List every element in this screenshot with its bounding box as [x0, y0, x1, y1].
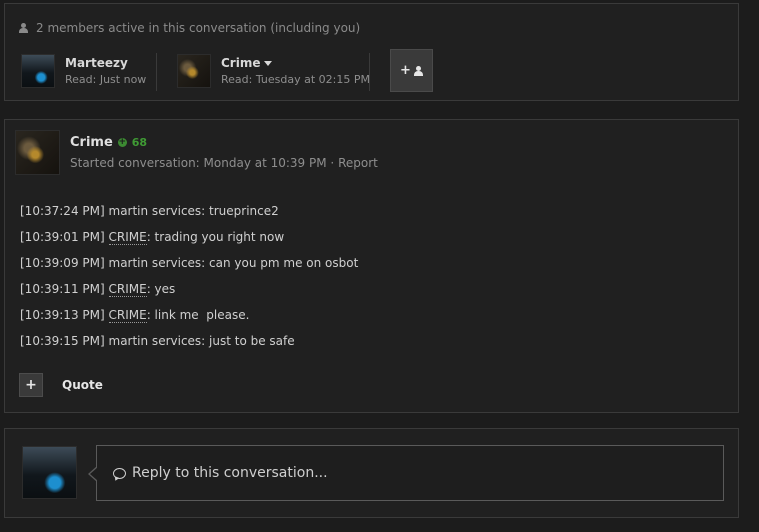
- message-text: : yes: [146, 282, 176, 296]
- report-link[interactable]: Report: [338, 156, 378, 170]
- member-name[interactable]: Marteezy: [65, 56, 146, 70]
- post-panel: Crime + 68 Started conversation: Monday …: [4, 119, 739, 413]
- add-member-button[interactable]: +: [390, 49, 433, 92]
- message-timestamp: [10:37:24 PM]: [20, 204, 105, 218]
- message-timestamp: [10:39:09 PM]: [20, 256, 105, 270]
- member-name[interactable]: Crime: [221, 56, 260, 70]
- post-started: Started conversation: Monday at 10:39 PM: [70, 156, 327, 170]
- meta-separator: ·: [330, 156, 335, 170]
- plus-icon: +: [400, 63, 411, 78]
- avatar[interactable]: [15, 130, 60, 175]
- avatar: [22, 446, 77, 499]
- message-text: can you pm me on osbot: [205, 256, 359, 270]
- message-line: [10:39:01 PM] CRIME: trading you right n…: [20, 230, 358, 256]
- reply-panel: Reply to this conversation...: [4, 428, 739, 518]
- divider: [369, 53, 370, 91]
- avatar[interactable]: [177, 54, 211, 88]
- member-crime[interactable]: Crime Read: Tuesday at 02:15 PM: [177, 54, 370, 88]
- multiquote-add-button[interactable]: +: [19, 373, 43, 397]
- member-name-dropdown[interactable]: Crime: [221, 56, 370, 70]
- message-line: [10:39:15 PM] martin services: just to b…: [20, 334, 358, 360]
- person-icon: [19, 23, 28, 33]
- member-read-status: Read: Just now: [65, 73, 147, 86]
- message-user: martin services:: [108, 334, 206, 348]
- caret-down-icon[interactable]: [264, 61, 273, 66]
- author-name[interactable]: Crime: [70, 135, 113, 150]
- member-marteezy[interactable]: Marteezy Read: Just now: [21, 54, 146, 88]
- members-header: 2 members active in this conversation (i…: [19, 21, 360, 35]
- message-timestamp: [10:39:13 PM]: [20, 308, 105, 322]
- members-panel: 2 members active in this conversation (i…: [4, 3, 739, 101]
- message-timestamp: [10:39:15 PM]: [20, 334, 105, 348]
- reply-placeholder: Reply to this conversation...: [132, 465, 328, 481]
- message-list: [10:37:24 PM] martin services: trueprinc…: [20, 204, 358, 360]
- reply-input[interactable]: Reply to this conversation...: [88, 445, 724, 501]
- post-meta: Started conversation: Monday at 10:39 PM…: [70, 156, 378, 170]
- message-timestamp: [10:39:01 PM]: [20, 230, 105, 244]
- avatar[interactable]: [21, 54, 55, 88]
- quote-button[interactable]: Quote: [62, 378, 103, 392]
- message-text: : trading you right now: [146, 230, 285, 244]
- divider: [156, 53, 157, 91]
- message-line: [10:39:09 PM] martin services: can you p…: [20, 256, 358, 282]
- speech-bubble-icon: [113, 467, 126, 479]
- message-text: : link me please.: [146, 308, 250, 322]
- message-line: [10:37:24 PM] martin services: trueprinc…: [20, 204, 358, 230]
- message-line: [10:39:11 PM] CRIME: yes: [20, 282, 358, 308]
- reputation-plus-icon: +: [117, 137, 127, 147]
- message-timestamp: [10:39:11 PM]: [20, 282, 105, 296]
- message-line: [10:39:13 PM] CRIME: link me please.: [20, 308, 358, 334]
- post-author: Crime + 68: [70, 135, 147, 150]
- message-user: CRIME: [108, 308, 147, 323]
- message-user: martin services:: [108, 204, 206, 218]
- add-user-icon: [413, 65, 423, 76]
- message-text: trueprince2: [205, 204, 279, 218]
- reputation-count: 68: [131, 136, 148, 149]
- members-header-text: 2 members active in this conversation (i…: [36, 21, 361, 35]
- message-user: martin services:: [108, 256, 206, 270]
- message-text: just to be safe: [205, 334, 295, 348]
- plus-icon: +: [25, 377, 37, 393]
- message-user: CRIME: [108, 230, 147, 245]
- message-user: CRIME: [108, 282, 147, 297]
- member-read-status: Read: Tuesday at 02:15 PM: [221, 73, 370, 86]
